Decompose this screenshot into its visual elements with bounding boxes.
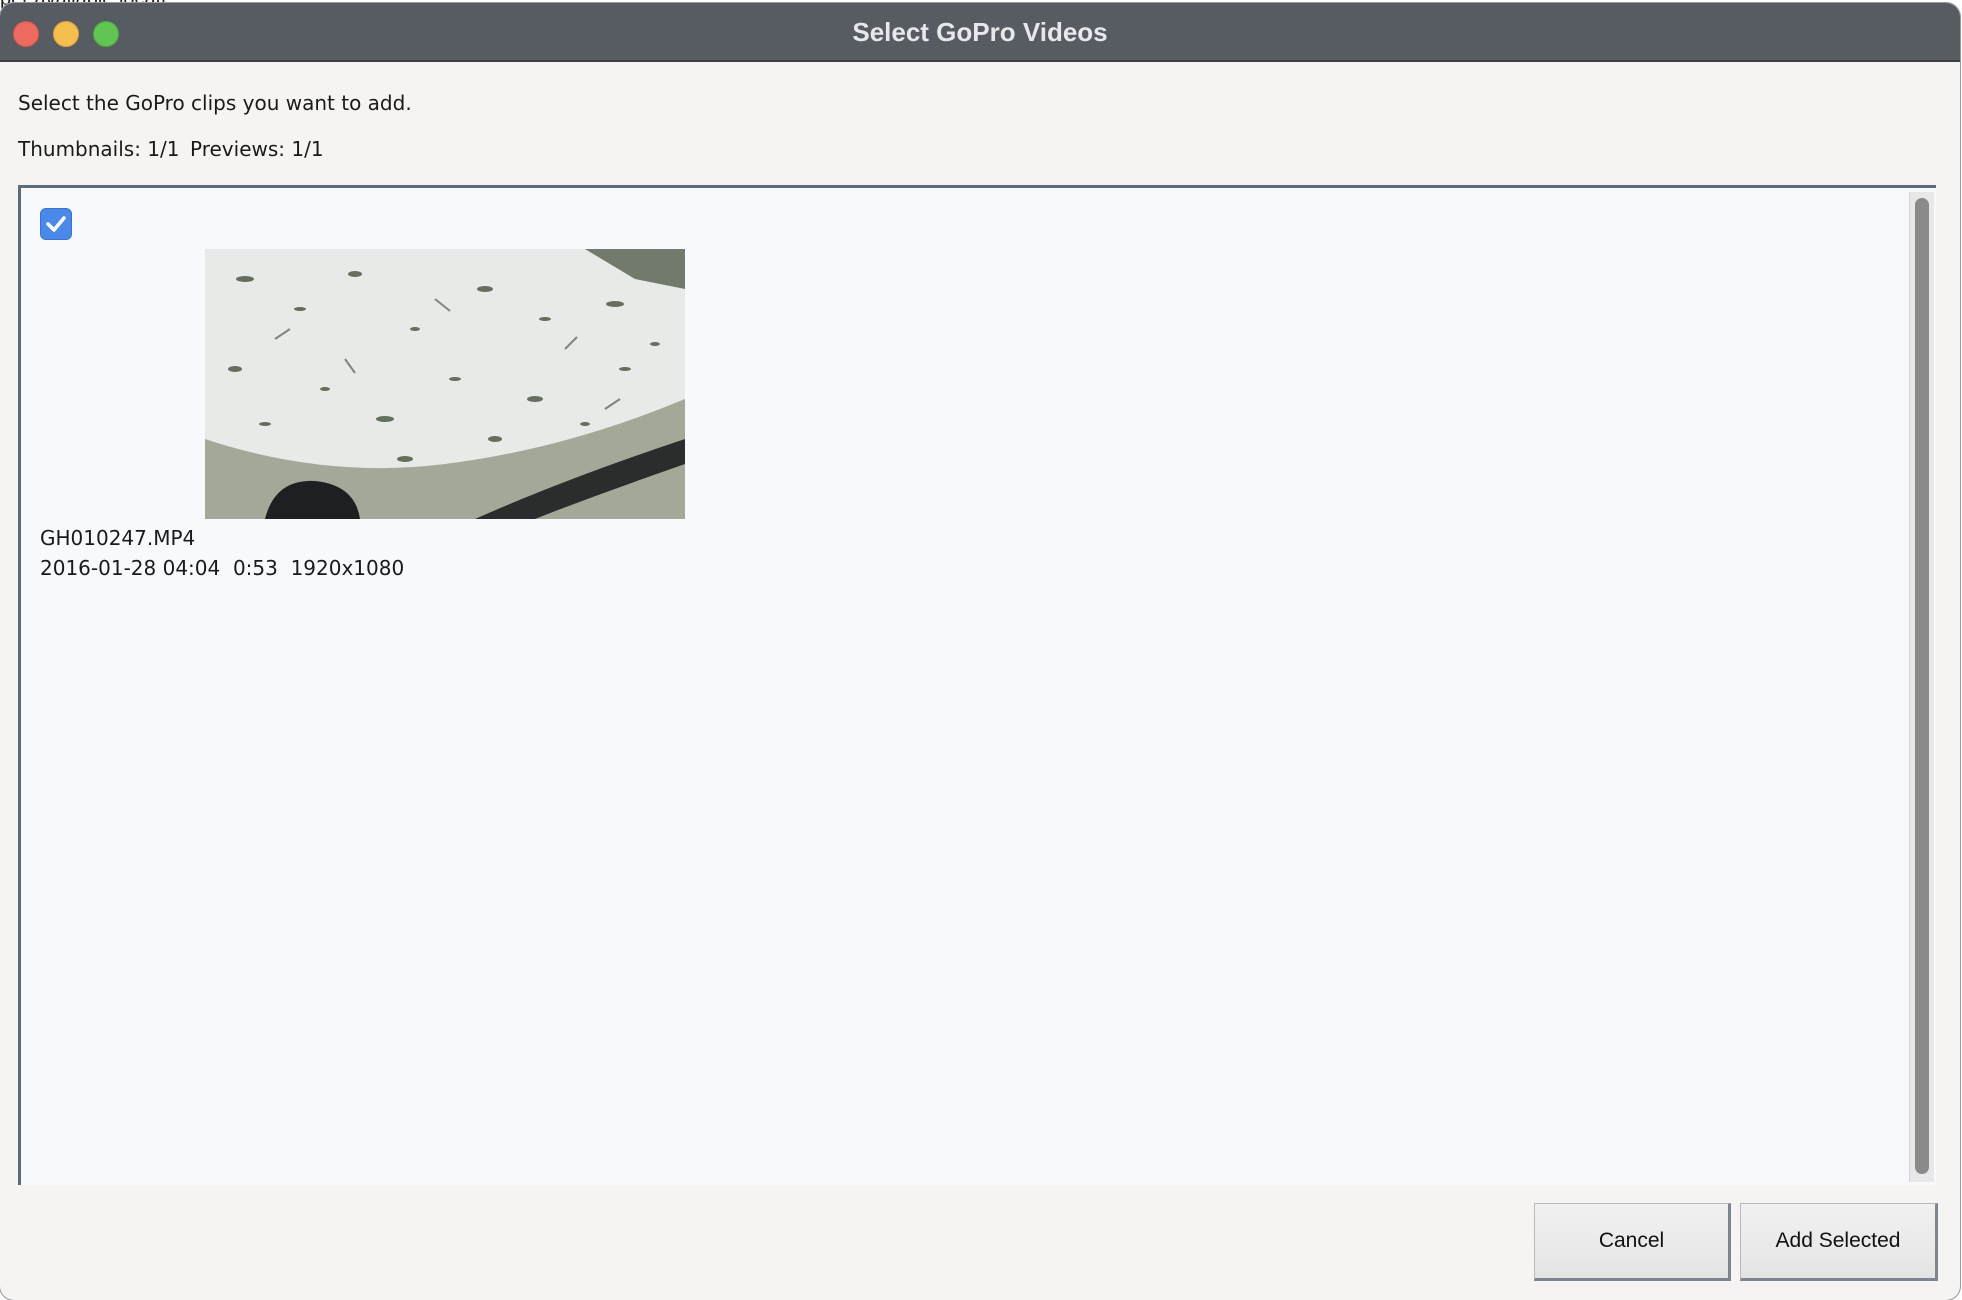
cancel-button[interactable]: Cancel: [1534, 1203, 1731, 1281]
add-selected-button[interactable]: Add Selected: [1740, 1203, 1938, 1281]
window-title: Select GoPro Videos: [852, 17, 1108, 47]
clip-thumbnail[interactable]: [205, 249, 685, 519]
thumbnails-count: Thumbnails: 1/1: [18, 137, 180, 161]
checkmark-icon: [46, 216, 66, 232]
clip-filename: GH010247.MP4: [40, 526, 196, 550]
clip-metadata: 2016-01-28 04:04 0:53 1920x1080: [40, 556, 405, 580]
vertical-scrollbar[interactable]: [1909, 192, 1934, 1182]
select-gopro-videos-dialog: Select GoPro Videos Select the GoPro cli…: [0, 3, 1960, 1300]
previews-count: Previews: 1/1: [190, 137, 324, 161]
clip-list[interactable]: GH010247.MP4 2016-01-28 04:04 0:53 1920x…: [18, 185, 1936, 1185]
clip-select-checkbox[interactable]: [40, 208, 72, 240]
progress-counts: Thumbnails: 1/1 Previews: 1/1: [18, 137, 324, 161]
snow-thumbnail-image: [205, 249, 685, 519]
scrollbar-thumb[interactable]: [1915, 198, 1929, 1174]
instruction-text: Select the GoPro clips you want to add.: [18, 91, 412, 115]
title-bar[interactable]: Select GoPro Videos: [0, 3, 1960, 62]
